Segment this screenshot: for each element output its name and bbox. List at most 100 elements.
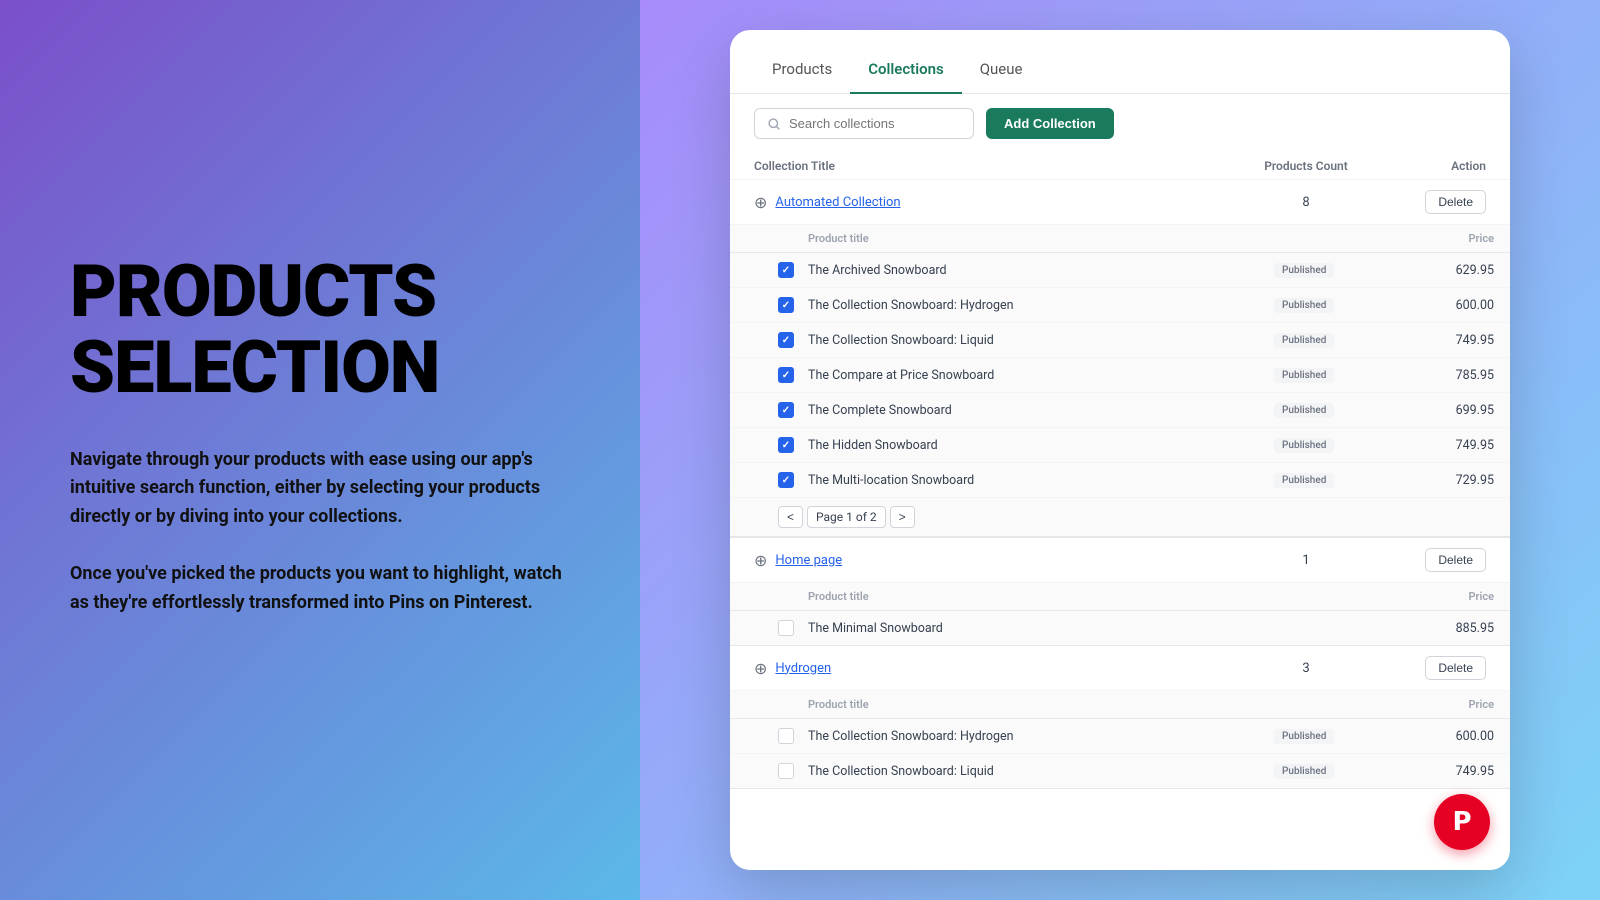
sync-icon: ⊕	[754, 551, 767, 570]
collection-row: ⊕ Automated Collection 8 Delete	[730, 180, 1510, 225]
product-row: The Hidden Snowboard Published 749.95	[730, 428, 1510, 463]
col-header-action: Action	[1386, 159, 1486, 173]
page-indicator: Page 1 of 2	[807, 506, 886, 528]
tab-collections[interactable]: Collections	[850, 50, 962, 94]
collection-action-homepage: Delete	[1386, 548, 1486, 572]
collection-name-homepage[interactable]: Home page	[775, 553, 1226, 568]
sync-icon: ⊕	[754, 659, 767, 678]
product-checkbox[interactable]	[778, 620, 794, 636]
product-row: The Archived Snowboard Published 629.95	[730, 253, 1510, 288]
delete-button-homepage[interactable]: Delete	[1425, 548, 1486, 572]
product-status: Published	[1274, 437, 1394, 453]
product-price: 749.95	[1394, 438, 1494, 453]
collection-count-automated: 8	[1226, 195, 1386, 210]
main-heading: PRODUCTS SELECTION	[70, 254, 570, 405]
product-status: Published	[1274, 262, 1394, 278]
tab-queue[interactable]: Queue	[962, 50, 1041, 94]
product-name: The Minimal Snowboard	[808, 621, 1274, 636]
prev-page-button[interactable]: <	[778, 506, 803, 528]
product-price: 600.00	[1394, 729, 1494, 744]
product-checkbox[interactable]	[778, 728, 794, 744]
product-price: 629.95	[1394, 263, 1494, 278]
product-status: Published	[1274, 472, 1394, 488]
product-name: The Archived Snowboard	[808, 263, 1274, 278]
product-row: The Collection Snowboard: Liquid Publish…	[730, 754, 1510, 788]
product-status: Published	[1274, 297, 1394, 313]
pt-header-price-hy: Price	[1394, 698, 1494, 711]
delete-button-hydrogen[interactable]: Delete	[1425, 656, 1486, 680]
delete-button-automated[interactable]: Delete	[1425, 190, 1486, 214]
collection-name-automated[interactable]: Automated Collection	[775, 195, 1226, 210]
pt-header-title: Product title	[808, 232, 1274, 245]
collection-name-hydrogen[interactable]: Hydrogen	[775, 661, 1226, 676]
right-panel: Products Collections Queue Add Collectio…	[640, 0, 1600, 900]
next-page-button[interactable]: >	[890, 506, 915, 528]
collection-action-automated: Delete	[1386, 190, 1486, 214]
product-status: Published	[1274, 728, 1394, 744]
add-collection-button[interactable]: Add Collection	[986, 108, 1114, 139]
product-checkbox[interactable]	[778, 367, 794, 383]
search-icon	[767, 117, 781, 131]
product-name: The Collection Snowboard: Hydrogen	[808, 298, 1274, 313]
product-row: The Collection Snowboard: Hydrogen Publi…	[730, 719, 1510, 754]
product-name: The Collection Snowboard: Liquid	[808, 333, 1274, 348]
sync-icon: ⊕	[754, 193, 767, 212]
product-price: 749.95	[1394, 764, 1494, 779]
collection-count-hydrogen: 3	[1226, 661, 1386, 676]
product-price: 699.95	[1394, 403, 1494, 418]
products-table-automated: Product title Price The Archived Snowboa…	[730, 225, 1510, 538]
product-name: The Complete Snowboard	[808, 403, 1274, 418]
product-checkbox[interactable]	[778, 332, 794, 348]
product-checkbox[interactable]	[778, 402, 794, 418]
products-header-automated: Product title Price	[730, 225, 1510, 253]
toolbar: Add Collection	[730, 94, 1510, 153]
pinterest-icon: 𝗣	[1452, 809, 1471, 835]
tab-bar: Products Collections Queue	[730, 30, 1510, 94]
product-name: The Hidden Snowboard	[808, 438, 1274, 453]
product-name: The Multi-location Snowboard	[808, 473, 1274, 488]
search-box[interactable]	[754, 108, 974, 139]
product-row: The Collection Snowboard: Hydrogen Publi…	[730, 288, 1510, 323]
product-price: 749.95	[1394, 333, 1494, 348]
products-header-homepage: Product title Price	[730, 583, 1510, 611]
tab-products[interactable]: Products	[754, 50, 850, 94]
collection-row: ⊕ Home page 1 Delete	[730, 538, 1510, 583]
product-price: 600.00	[1394, 298, 1494, 313]
app-card: Products Collections Queue Add Collectio…	[730, 30, 1510, 870]
products-table-hydrogen: Product title Price The Collection Snowb…	[730, 691, 1510, 789]
collections-scroll-area[interactable]: ⊕ Automated Collection 8 Delete Product …	[730, 180, 1510, 870]
pt-header-price-hp: Price	[1394, 590, 1494, 603]
products-table-homepage: Product title Price The Minimal Snowboar…	[730, 583, 1510, 646]
pinterest-button[interactable]: 𝗣	[1434, 794, 1490, 850]
product-checkbox[interactable]	[778, 472, 794, 488]
collection-count-homepage: 1	[1226, 553, 1386, 568]
product-checkbox[interactable]	[778, 297, 794, 313]
pt-header-price: Price	[1394, 232, 1494, 245]
collection-action-hydrogen: Delete	[1386, 656, 1486, 680]
product-price: 785.95	[1394, 368, 1494, 383]
search-input[interactable]	[789, 116, 961, 131]
product-checkbox[interactable]	[778, 763, 794, 779]
table-header: Collection Title Products Count Action	[730, 153, 1510, 180]
product-status: Published	[1274, 402, 1394, 418]
product-row: The Minimal Snowboard 885.95	[730, 611, 1510, 645]
product-status: Published	[1274, 763, 1394, 779]
col-header-count: Products Count	[1226, 159, 1386, 173]
pagination-automated: < Page 1 of 2 >	[730, 498, 1510, 537]
col-header-title: Collection Title	[754, 159, 1226, 173]
product-price: 885.95	[1394, 621, 1494, 636]
product-checkbox[interactable]	[778, 262, 794, 278]
collection-row: ⊕ Hydrogen 3 Delete	[730, 646, 1510, 691]
product-row: The Compare at Price Snowboard Published…	[730, 358, 1510, 393]
product-checkbox[interactable]	[778, 437, 794, 453]
product-row: The Complete Snowboard Published 699.95	[730, 393, 1510, 428]
pt-header-title-hp: Product title	[808, 590, 1274, 603]
left-panel: PRODUCTS SELECTION Navigate through your…	[0, 0, 640, 900]
products-header-hydrogen: Product title Price	[730, 691, 1510, 719]
product-name: The Collection Snowboard: Hydrogen	[808, 729, 1274, 744]
pt-header-title-hy: Product title	[808, 698, 1274, 711]
product-name: The Compare at Price Snowboard	[808, 368, 1274, 383]
description-1: Navigate through your products with ease…	[70, 446, 570, 532]
product-status: Published	[1274, 367, 1394, 383]
description-2: Once you've picked the products you want…	[70, 560, 570, 618]
